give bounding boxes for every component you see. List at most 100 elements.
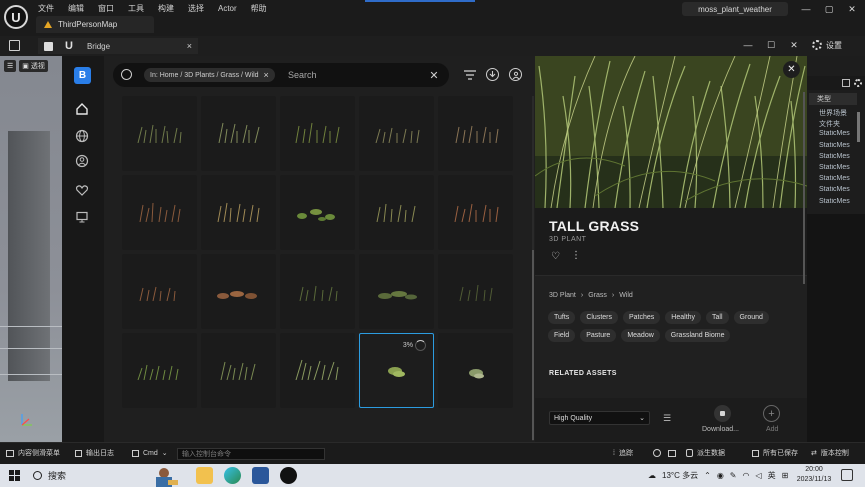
asset-tile[interactable] bbox=[201, 254, 276, 329]
filter-icon[interactable] bbox=[463, 68, 477, 82]
viewport-menu-icon[interactable]: ☰ bbox=[4, 60, 17, 72]
crumb-wild[interactable]: Wild bbox=[619, 292, 633, 299]
search-scope-pill[interactable]: In: Home / 3D Plants / Grass / Wild × bbox=[144, 68, 275, 82]
cmd-button[interactable]: Cmd ⌄ bbox=[132, 447, 168, 459]
bridge-tab-close-icon[interactable]: × bbox=[187, 41, 192, 51]
outliner-row[interactable]: 文件夹 bbox=[819, 119, 859, 130]
tag-chip[interactable]: Meadow bbox=[621, 329, 660, 342]
quality-select[interactable]: High Quality ⌄ bbox=[549, 411, 650, 425]
bridge-close-button[interactable]: ✕ bbox=[787, 38, 801, 52]
asset-tile[interactable] bbox=[201, 96, 276, 171]
menu-actor[interactable]: Actor bbox=[218, 4, 237, 13]
bridge-minimize-button[interactable]: — bbox=[741, 38, 755, 52]
pen-icon[interactable]: ✎ bbox=[730, 471, 737, 480]
menu-select[interactable]: 选择 bbox=[188, 3, 204, 14]
asset-tile[interactable] bbox=[359, 254, 434, 329]
file-explorer-icon[interactable] bbox=[196, 467, 213, 484]
asset-tile[interactable] bbox=[122, 333, 197, 408]
console-input[interactable] bbox=[177, 448, 325, 460]
outliner-column-type[interactable]: 类型 bbox=[809, 93, 857, 105]
asset-tile[interactable] bbox=[438, 96, 513, 171]
map-tab[interactable]: ThirdPersonMap bbox=[36, 16, 154, 33]
menu-build[interactable]: 构建 bbox=[158, 3, 174, 14]
bridge-maximize-button[interactable]: ☐ bbox=[764, 38, 778, 52]
tag-chip[interactable]: Tufts bbox=[548, 311, 576, 324]
asset-tile[interactable] bbox=[359, 175, 434, 250]
asset-tile[interactable] bbox=[438, 254, 513, 329]
outliner-row[interactable]: StaticMes bbox=[819, 142, 859, 153]
monitor-button[interactable] bbox=[668, 447, 676, 459]
asset-tile[interactable] bbox=[201, 175, 276, 250]
bridge-window-tab[interactable]: U Bridge × bbox=[38, 38, 198, 54]
grid-scrollbar-thumb[interactable] bbox=[532, 250, 534, 440]
taskbar-search[interactable]: 搜索 bbox=[33, 468, 66, 483]
folder-add-icon[interactable] bbox=[842, 79, 850, 87]
heart-icon[interactable] bbox=[75, 183, 89, 197]
menu-help[interactable]: 帮助 bbox=[251, 3, 267, 14]
maximize-button[interactable]: ▢ bbox=[822, 2, 836, 16]
asset-tile[interactable] bbox=[280, 333, 355, 408]
settings-button[interactable]: 设置 bbox=[812, 37, 842, 53]
chevron-up-icon[interactable]: ⌃ bbox=[704, 471, 711, 480]
quality-settings-icon[interactable]: ☰ bbox=[661, 412, 673, 424]
ime-indicator[interactable]: 英 bbox=[768, 470, 776, 481]
outliner-row[interactable]: StaticMes bbox=[819, 175, 859, 186]
scope-remove-icon[interactable]: × bbox=[264, 70, 269, 80]
globe-icon[interactable] bbox=[75, 129, 89, 143]
menu-window[interactable]: 窗口 bbox=[98, 3, 114, 14]
tag-chip[interactable]: Grassland Biome bbox=[664, 329, 731, 342]
asset-tile[interactable] bbox=[122, 96, 197, 171]
outliner-row[interactable]: StaticMes bbox=[819, 198, 859, 209]
tag-chip[interactable]: Patches bbox=[623, 311, 661, 324]
outliner-row[interactable]: StaticMes bbox=[819, 130, 859, 141]
menu-tools[interactable]: 工具 bbox=[128, 3, 144, 14]
outliner-row[interactable]: StaticMes bbox=[819, 186, 859, 197]
account-icon[interactable] bbox=[509, 68, 522, 81]
minimize-button[interactable]: — bbox=[799, 2, 813, 16]
edge-browser-icon[interactable] bbox=[224, 467, 241, 484]
save-icon[interactable] bbox=[9, 40, 20, 51]
add-button[interactable]: + bbox=[763, 405, 780, 422]
outliner-row[interactable]: 世界场景 bbox=[819, 108, 859, 119]
close-button[interactable]: ✕ bbox=[845, 2, 859, 16]
crumb-3d-plant[interactable]: 3D Plant bbox=[549, 292, 576, 299]
trace-button[interactable]: ⁞ 追踪 bbox=[613, 447, 633, 459]
asset-tile[interactable] bbox=[122, 175, 197, 250]
asset-tile[interactable] bbox=[280, 254, 355, 329]
download-button[interactable] bbox=[714, 405, 731, 422]
word-icon[interactable] bbox=[252, 467, 269, 484]
output-log-button[interactable]: 输出日志 bbox=[75, 447, 114, 459]
monitor-icon[interactable] bbox=[75, 210, 89, 224]
wifi-icon[interactable]: ◠ bbox=[743, 471, 750, 480]
derived-data-button[interactable]: 派生数据 bbox=[686, 447, 725, 459]
home-icon[interactable] bbox=[75, 102, 89, 116]
download-icon[interactable] bbox=[486, 68, 499, 81]
ime-mode-icon[interactable]: ⊞ bbox=[782, 471, 789, 480]
tag-chip[interactable]: Tall bbox=[706, 311, 729, 324]
menu-edit[interactable]: 编辑 bbox=[68, 3, 84, 14]
asset-tile[interactable] bbox=[280, 96, 355, 171]
close-detail-button[interactable]: ✕ bbox=[783, 61, 800, 78]
save-all-button[interactable]: 所有已保存 bbox=[752, 447, 798, 459]
content-drawer-button[interactable]: 内容侧滑菜单 bbox=[6, 447, 60, 459]
more-options-icon[interactable]: ⋮ bbox=[571, 250, 581, 261]
asset-tile[interactable] bbox=[201, 333, 276, 408]
outliner-row[interactable]: StaticMes bbox=[819, 164, 859, 175]
tag-chip[interactable]: Clusters bbox=[580, 311, 618, 324]
favorite-heart-icon[interactable]: ♡ bbox=[551, 251, 560, 262]
search-clear-icon[interactable]: ✕ bbox=[428, 68, 440, 82]
outliner-scrollbar[interactable] bbox=[857, 112, 860, 142]
unreal-logo-icon[interactable]: U bbox=[4, 5, 28, 29]
volume-icon[interactable]: ◁ bbox=[755, 471, 761, 480]
asset-tile-selected[interactable]: 3% bbox=[359, 333, 434, 408]
outliner-row[interactable]: StaticMes bbox=[819, 153, 859, 164]
detail-scrollbar[interactable] bbox=[803, 92, 805, 284]
trace-target-icon[interactable] bbox=[653, 447, 661, 459]
tag-chip[interactable]: Ground bbox=[733, 311, 769, 324]
asset-tile[interactable] bbox=[438, 333, 513, 408]
notification-icon[interactable] bbox=[841, 469, 853, 481]
tag-chip[interactable]: Pasture bbox=[580, 329, 617, 342]
taskbar-clock[interactable]: 20:00 2023/11/13 bbox=[791, 465, 837, 485]
search-input[interactable] bbox=[288, 68, 408, 82]
user-icon[interactable] bbox=[75, 154, 89, 168]
